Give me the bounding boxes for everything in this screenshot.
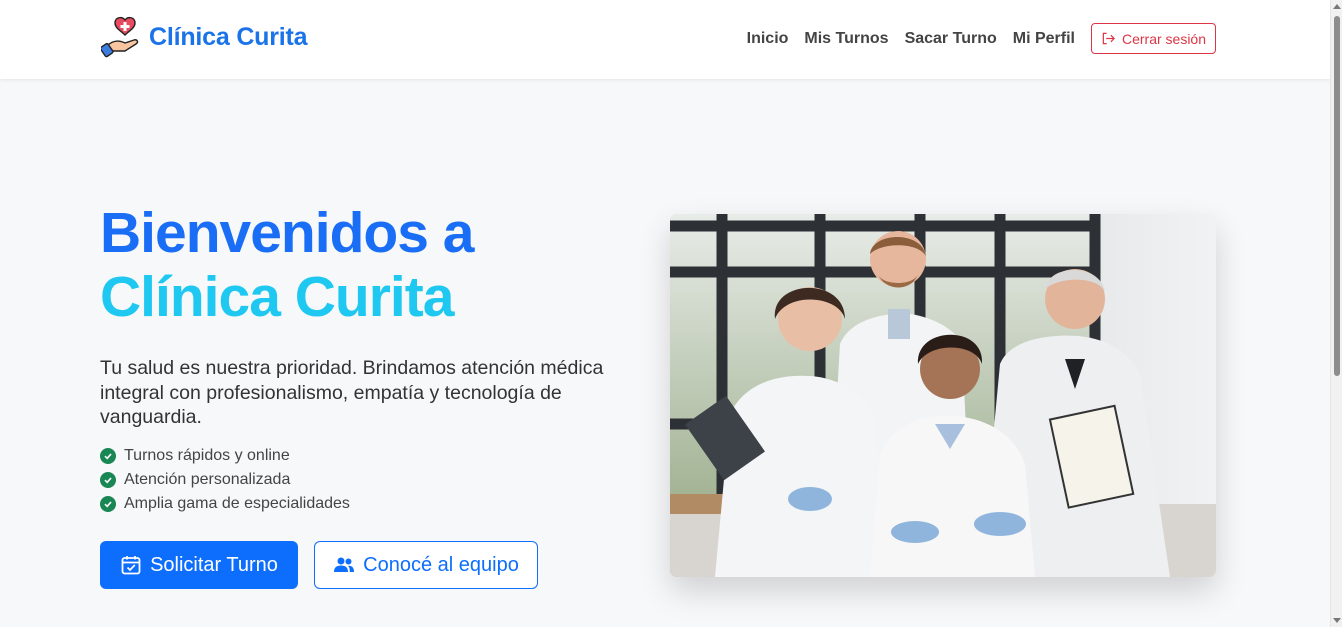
navbar: Clínica Curita Inicio Mis Turnos Sacar T… — [0, 0, 1330, 79]
scroll-down-icon[interactable] — [1333, 618, 1341, 623]
brand[interactable]: Clínica Curita — [101, 16, 308, 58]
logout-button[interactable]: Cerrar sesión — [1090, 23, 1216, 54]
calendar-check-icon — [121, 556, 141, 575]
feature-item: Turnos rápidos y online — [100, 444, 350, 468]
feature-text: Atención personalizada — [124, 471, 291, 488]
brand-name: Clínica Curita — [149, 22, 308, 51]
logout-icon — [1102, 32, 1115, 45]
heart-hand-icon — [101, 16, 139, 58]
hero-title-part1: Bienvenidos a — [100, 201, 474, 265]
meet-team-label: Conocé al equipo — [363, 553, 519, 576]
check-circle-icon — [100, 496, 116, 512]
meet-team-button[interactable]: Conocé al equipo — [314, 541, 538, 589]
scroll-up-icon[interactable] — [1333, 4, 1341, 9]
hero-lead: Tu salud es nuestra prioridad. Brindamos… — [100, 357, 604, 428]
nav-item-mis-turnos[interactable]: Mis Turnos — [804, 24, 888, 54]
hero-title: Bienvenidos a Clínica Curita — [100, 201, 660, 329]
feature-list: Turnos rápidos y online Atención persona… — [100, 444, 350, 516]
logout-label: Cerrar sesión — [1121, 30, 1206, 47]
main-nav: Inicio Mis Turnos Sacar Turno Mi Perfil … — [747, 23, 1216, 54]
nav-item-mi-perfil[interactable]: Mi Perfil — [1013, 24, 1075, 54]
feature-item: Atención personalizada — [100, 468, 350, 492]
page-scrollbar[interactable] — [1330, 0, 1342, 627]
feature-text: Amplia gama de especialidades — [124, 495, 350, 512]
check-circle-icon — [100, 472, 116, 488]
hero-team-photo — [670, 214, 1216, 577]
scroll-thumb[interactable] — [1334, 16, 1340, 376]
feature-text: Turnos rápidos y online — [124, 447, 290, 464]
hero-title-part2: Clínica Curita — [100, 265, 454, 329]
nav-item-inicio[interactable]: Inicio — [747, 24, 789, 54]
people-icon — [334, 557, 355, 572]
medical-team-photo — [670, 214, 1216, 577]
request-appointment-button[interactable]: Solicitar Turno — [100, 541, 298, 589]
feature-item: Amplia gama de especialidades — [100, 492, 350, 516]
check-circle-icon — [100, 448, 116, 464]
request-appointment-label: Solicitar Turno — [150, 553, 278, 576]
nav-item-sacar-turno[interactable]: Sacar Turno — [905, 24, 997, 54]
